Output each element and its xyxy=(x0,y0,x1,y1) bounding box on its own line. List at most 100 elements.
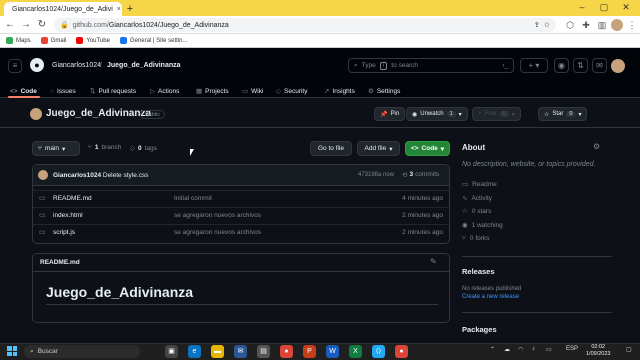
readme-label[interactable]: README.md xyxy=(40,259,80,266)
unwatch-button[interactable]: ◉ Unwatch 1 ▾ xyxy=(406,107,468,121)
file-commit-message[interactable]: Initial commit xyxy=(174,195,212,202)
puzzle-icon[interactable]: ✚ xyxy=(580,19,592,31)
tab-wiki[interactable]: ▭ Wiki xyxy=(242,85,263,97)
sidepanel-icon[interactable]: ▥ xyxy=(596,19,608,31)
profile-avatar[interactable] xyxy=(611,19,623,31)
cloud-icon[interactable]: ☁ xyxy=(504,346,510,353)
breadcrumb-repo[interactable]: Juego_de_Adivinanza xyxy=(107,62,181,69)
packages-heading[interactable]: Packages xyxy=(462,325,497,334)
notification-icon[interactable]: ▢ xyxy=(626,346,632,353)
window-close-icon[interactable]: ✕ xyxy=(618,2,634,14)
branch-selector[interactable]: ⑂ main ▾ xyxy=(32,141,80,156)
extension-icon[interactable]: ⬡ xyxy=(564,19,576,31)
tab-pull-requests[interactable]: ⇅ Pull requests xyxy=(90,85,136,97)
eye-icon: ◉ xyxy=(412,111,418,118)
vscode-icon[interactable]: ⟨⟩ xyxy=(372,345,385,358)
bookmark-site-settings[interactable]: General | Site settin... xyxy=(119,37,188,44)
bookmark-maps[interactable]: Maps xyxy=(6,37,31,44)
language-indicator[interactable]: ESP xyxy=(566,346,578,352)
tab-actions[interactable]: ▷ Actions xyxy=(150,85,179,97)
table-row[interactable]: ▭ index.html se agregaron nuevos archivo… xyxy=(33,207,449,224)
create-release-link[interactable]: Create a new release xyxy=(462,294,519,300)
user-avatar[interactable] xyxy=(611,59,625,73)
tab-projects[interactable]: ▦ Projects xyxy=(196,85,229,97)
system-clock[interactable]: 02:02 1/09/2023 xyxy=(586,344,610,358)
forward-icon[interactable]: → xyxy=(20,19,32,31)
inbox-icon[interactable]: ✉ xyxy=(592,58,607,73)
code-button[interactable]: <> Code ▾ xyxy=(405,141,450,156)
file-name[interactable]: index.html xyxy=(53,212,83,219)
activity-link[interactable]: ∿ Activity xyxy=(462,194,492,203)
commit-author-avatar[interactable] xyxy=(38,170,48,180)
bookmark-star-icon[interactable]: ☆ xyxy=(544,21,550,29)
watching-link[interactable]: ◉ 1 watching xyxy=(462,221,503,230)
file-icon: ▭ xyxy=(39,229,46,236)
star-button[interactable]: ☆ Star 0 ▾ xyxy=(538,107,588,121)
chrome-active-icon[interactable]: ● xyxy=(395,345,408,358)
bookmark-gmail[interactable]: Gmail xyxy=(40,37,66,44)
releases-heading[interactable]: Releases xyxy=(462,267,495,276)
tab-security[interactable]: ◇ Security xyxy=(276,85,307,97)
volume-icon[interactable]: ♪ xyxy=(532,346,535,352)
menu-icon[interactable]: ⋮ xyxy=(626,19,638,31)
mail-icon[interactable]: ✉ xyxy=(234,345,247,358)
tab-issues[interactable]: ○ Issues xyxy=(50,85,76,97)
back-icon[interactable]: ← xyxy=(4,19,16,31)
command-palette-icon[interactable]: ›_ xyxy=(502,62,508,69)
file-explorer-icon[interactable]: ▬ xyxy=(211,345,224,358)
battery-icon[interactable]: ▭ xyxy=(546,346,552,353)
file-name[interactable]: README.md xyxy=(53,195,92,202)
repo-title[interactable]: Juego_de_Adivinanza xyxy=(46,108,151,119)
go-to-file-button[interactable]: Go to file xyxy=(310,141,352,156)
issues-icon[interactable]: ◉ xyxy=(554,58,569,73)
commit-hash[interactable]: 473198a xyxy=(358,172,381,178)
tray-chevron-icon[interactable]: ⌃ xyxy=(490,346,495,353)
network-icon[interactable]: ◠ xyxy=(518,346,523,353)
github-logo-icon[interactable]: ● xyxy=(30,58,44,72)
table-row[interactable]: ▭ script.js se agregaron nuevos archivos… xyxy=(33,224,449,241)
tags-link[interactable]: ◇ 0 tags xyxy=(130,144,157,153)
breadcrumb-owner[interactable]: Giancarlos1024 xyxy=(52,62,101,69)
forks-link[interactable]: ⑂ 0 forks xyxy=(462,235,489,242)
commits-link[interactable]: ⟲ 3 commits xyxy=(402,171,439,179)
maximize-icon[interactable]: ▢ xyxy=(596,2,612,14)
pull-requests-icon[interactable]: ⇅ xyxy=(573,58,588,73)
browser-tab[interactable]: Giancarlos1024/Juego_de_Adivi × xyxy=(4,2,122,16)
readme-divider xyxy=(46,304,438,305)
file-commit-message[interactable]: se agregaron nuevos archivos xyxy=(174,229,261,236)
powerpoint-icon[interactable]: P xyxy=(303,345,316,358)
reload-icon[interactable]: ↻ xyxy=(36,19,48,31)
readme-link[interactable]: ▭ Readme xyxy=(462,180,497,189)
minimize-icon[interactable]: – xyxy=(574,2,590,14)
file-icon: ▭ xyxy=(39,212,46,219)
excel-icon[interactable]: X xyxy=(349,345,362,358)
edit-pencil-icon[interactable]: ✎ xyxy=(430,257,437,266)
word-icon[interactable]: W xyxy=(326,345,339,358)
taskbar-search[interactable]: ⌕ Buscar xyxy=(24,345,140,358)
bookmark-youtube[interactable]: YouTube xyxy=(76,37,110,44)
tab-close-icon[interactable]: × xyxy=(117,6,121,13)
chrome-icon[interactable]: ● xyxy=(280,345,293,358)
store-icon[interactable]: ▤ xyxy=(257,345,270,358)
create-new-button[interactable]: + ▾ xyxy=(520,58,548,73)
add-file-button[interactable]: Add file ▾ xyxy=(357,141,400,156)
file-commit-message[interactable]: se agregaron nuevos archivos xyxy=(174,212,261,219)
tab-insights[interactable]: ↗ Insights xyxy=(324,85,355,97)
file-name[interactable]: script.js xyxy=(53,229,75,236)
latest-commit[interactable]: Giancarlos1024 Delete style.css xyxy=(53,172,148,179)
search-input[interactable]: ⌕ Type / to search ›_ xyxy=(348,58,514,73)
table-row[interactable]: ▭ README.md Initial commit 4 minutes ago xyxy=(33,190,449,207)
gear-icon[interactable]: ⚙ xyxy=(593,142,600,151)
tab-settings[interactable]: ⚙ Settings xyxy=(368,85,400,97)
share-icon[interactable]: ⇪ xyxy=(534,21,540,29)
address-bar[interactable]: 🔒 github.com/Giancarlos1024/Juego_de_Adi… xyxy=(54,18,556,32)
new-tab-button[interactable]: + xyxy=(124,3,136,15)
edge-icon[interactable]: e xyxy=(188,345,201,358)
task-view-icon[interactable]: ▣ xyxy=(165,345,178,358)
hamburger-menu-icon[interactable]: ≡ xyxy=(8,59,22,73)
branches-link[interactable]: ⑂ 1 branch xyxy=(88,144,121,151)
pin-button[interactable]: 📌 Pin xyxy=(374,107,406,121)
stars-link[interactable]: ☆ 0 stars xyxy=(462,207,491,216)
windows-start-icon[interactable] xyxy=(7,346,17,356)
fork-button[interactable]: ⑂ Fork 0 ▾ xyxy=(472,107,521,121)
